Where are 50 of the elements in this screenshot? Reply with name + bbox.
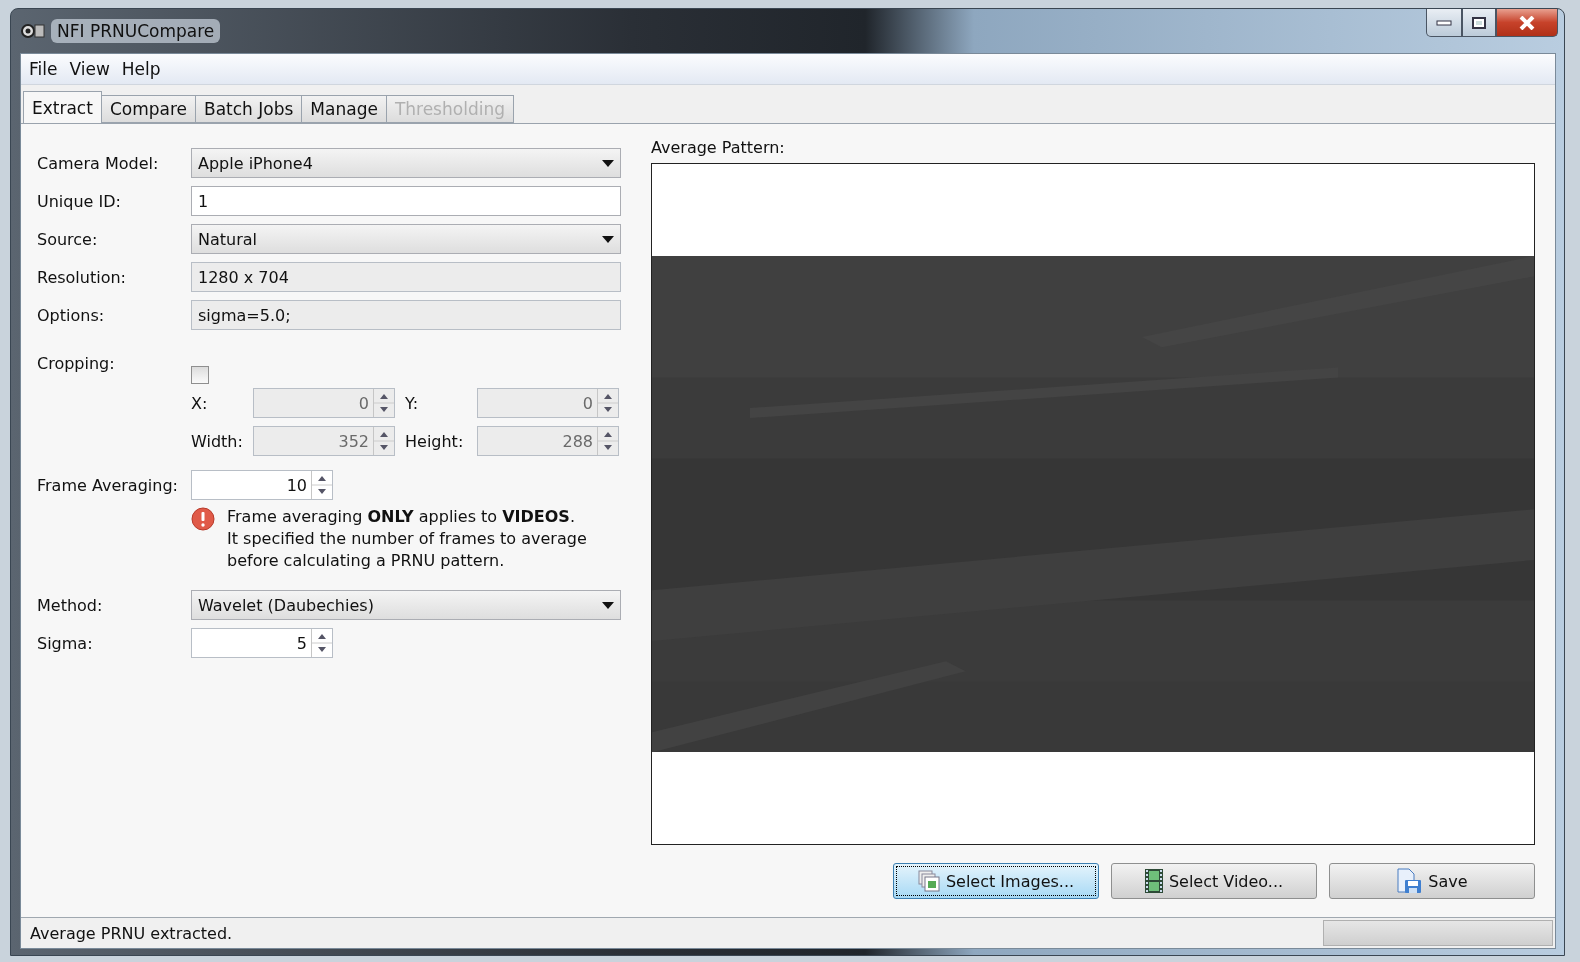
field-label: Cropping:: [37, 353, 116, 373]
action-button[interactable]: Save: [1329, 863, 1535, 899]
field-label: Unique ID:: [37, 191, 122, 211]
checkbox[interactable]: [191, 366, 209, 384]
field-label: Source:: [37, 229, 99, 249]
field-label: X:: [191, 393, 209, 413]
spin-field[interactable]: 10: [191, 470, 333, 500]
field-label: Options:: [37, 305, 106, 325]
tab[interactable]: Compare: [100, 95, 196, 123]
window-title: NFI PRNUCompare: [51, 19, 221, 43]
dropdown[interactable]: Natural: [191, 224, 621, 254]
action-button[interactable]: Select Video...: [1111, 863, 1317, 899]
field-label: Camera Model:: [37, 153, 160, 173]
maximize-icon: [1472, 16, 1486, 29]
tab[interactable]: Batch Jobs: [195, 95, 303, 123]
minimize-button[interactable]: [1426, 9, 1462, 37]
tab[interactable]: Manage: [301, 95, 387, 123]
dropdown[interactable]: Wavelet (Daubechies): [191, 590, 621, 620]
film-strip-icon: [1144, 869, 1163, 893]
save-document-icon: [1396, 868, 1423, 894]
dropdown-arrow-icon[interactable]: [602, 235, 614, 243]
field-label: Height:: [405, 431, 465, 451]
maximize-button[interactable]: [1462, 9, 1496, 37]
app-icon: [21, 22, 45, 40]
spin-arrows-icon[interactable]: [311, 629, 332, 657]
menu-item[interactable]: File: [24, 57, 63, 81]
field-label: Y:: [405, 393, 420, 413]
notice-text: Frame averaging ONLY applies to VIDEOS. It specified the number of frames to average before calculating a PRNU pattern.: [227, 506, 587, 572]
tab[interactable]: Extract: [23, 91, 102, 123]
close-button[interactable]: [1496, 9, 1558, 37]
action-button[interactable]: Select Images...: [893, 863, 1099, 899]
status-text: Average PRNU extracted.: [29, 923, 234, 943]
field-label: Frame Averaging:: [37, 475, 179, 495]
minimize-icon: [1436, 19, 1452, 26]
field-label: Width:: [191, 431, 244, 451]
field-label: Resolution:: [37, 267, 127, 287]
menu-item[interactable]: Help: [116, 57, 166, 81]
pattern-label: Average Pattern:: [651, 138, 786, 157]
dropdown-arrow-icon[interactable]: [602, 601, 614, 609]
error-icon: [191, 507, 215, 531]
dropdown[interactable]: Apple iPhone4: [191, 148, 621, 178]
field-label: Method:: [37, 595, 104, 615]
dropdown-arrow-icon[interactable]: [602, 159, 614, 167]
close-icon: [1519, 15, 1535, 30]
images-icon: [917, 870, 940, 892]
menu-item[interactable]: View: [64, 57, 115, 81]
input-field[interactable]: 1: [191, 186, 621, 216]
spin-field[interactable]: 5: [191, 628, 333, 658]
field-label: Sigma:: [37, 633, 94, 653]
spin-arrows-icon[interactable]: [311, 471, 332, 499]
